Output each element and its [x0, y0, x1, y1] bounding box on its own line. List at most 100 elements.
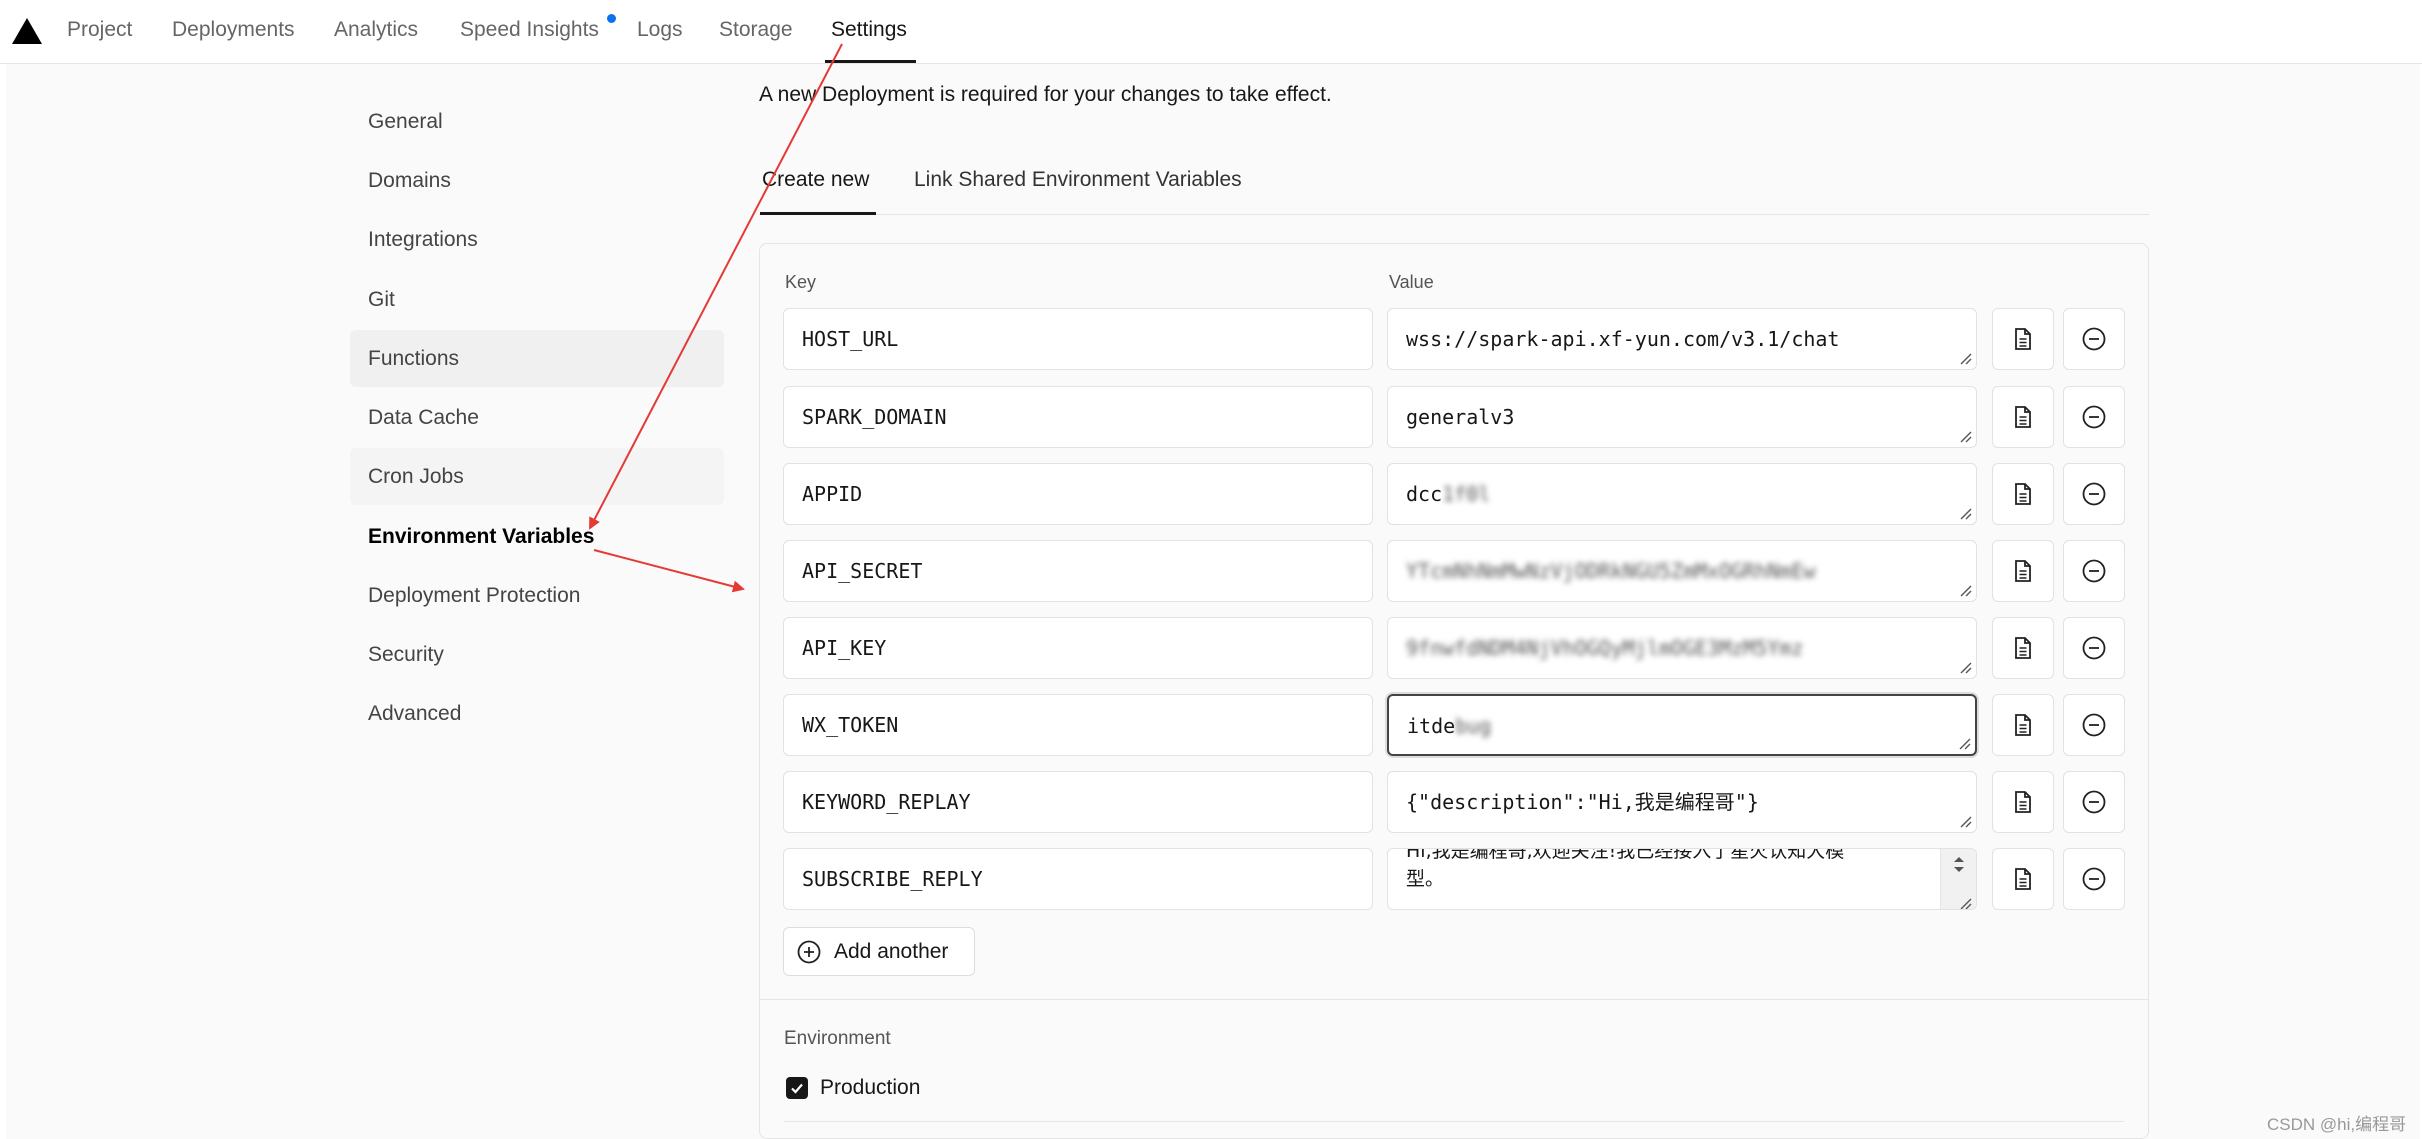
- env-key-input[interactable]: API_SECRET: [783, 540, 1373, 602]
- env-key-input[interactable]: API_KEY: [783, 617, 1373, 679]
- env-value-text: Hi,我是编程哥,欢迎关注!我已经接入了星火认知大模 型。: [1406, 848, 1845, 890]
- add-another-button[interactable]: Add another: [783, 927, 975, 976]
- tab-project[interactable]: Project: [67, 18, 132, 42]
- active-tab-indicator: [825, 60, 916, 63]
- sidebar-item-cron-jobs[interactable]: Cron Jobs: [350, 448, 724, 505]
- section-divider: [784, 1121, 2124, 1122]
- file-icon: [2015, 483, 2031, 505]
- sidebar-item-security[interactable]: Security: [350, 626, 724, 683]
- env-value-text: itde: [1407, 714, 1456, 738]
- subtab-create-new[interactable]: Create new: [762, 168, 869, 192]
- remove-row-button[interactable]: [2063, 463, 2125, 525]
- env-value-input[interactable]: YTcmNhNmMwNzVjODRkNGU5ZmMxOGRhNmEw: [1387, 540, 1977, 602]
- tab-deployments[interactable]: Deployments: [172, 18, 295, 42]
- production-checkbox[interactable]: [786, 1077, 808, 1099]
- env-value-input[interactable]: wss://spark-api.xf-yun.com/v3.1/chat: [1387, 308, 1977, 370]
- sidebar-item-functions[interactable]: Functions: [350, 330, 724, 387]
- tab-logs[interactable]: Logs: [637, 18, 683, 42]
- sidebar-item-deployment-protection[interactable]: Deployment Protection: [350, 567, 724, 624]
- env-key-input[interactable]: SUBSCRIBE_REPLY: [783, 848, 1373, 910]
- import-file-button[interactable]: [1992, 540, 2054, 602]
- tab-settings[interactable]: Settings: [831, 18, 907, 42]
- env-value-redacted: bug: [1455, 714, 1492, 738]
- environment-label: Environment: [784, 1028, 891, 1049]
- env-value-text: generalv3: [1406, 405, 1515, 429]
- deployment-notice: A new Deployment is required for your ch…: [759, 83, 1332, 106]
- file-icon: [2015, 328, 2031, 350]
- env-key-input[interactable]: APPID: [783, 463, 1373, 525]
- tab-speed-insights[interactable]: Speed Insights: [460, 18, 599, 42]
- import-file-button[interactable]: [1992, 771, 2054, 833]
- notification-dot: [607, 14, 616, 23]
- textarea-scrollbar[interactable]: [1940, 849, 1976, 909]
- vercel-logo-icon[interactable]: [12, 18, 42, 44]
- resize-handle-icon[interactable]: [1958, 660, 1972, 674]
- minus-circle-icon: [2082, 327, 2106, 351]
- check-icon: [791, 1083, 803, 1094]
- sidebar-item-advanced[interactable]: Advanced: [350, 685, 724, 742]
- remove-row-button[interactable]: [2063, 308, 2125, 370]
- env-value-textarea[interactable]: Hi,我是编程哥,欢迎关注!我已经接入了星火认知大模 型。: [1387, 848, 1977, 910]
- import-file-button[interactable]: [1992, 848, 2054, 910]
- file-icon: [2015, 637, 2031, 659]
- sidebar-item-data-cache[interactable]: Data Cache: [350, 389, 724, 446]
- sidebar-item-domains[interactable]: Domains: [350, 152, 724, 209]
- remove-row-button[interactable]: [2063, 848, 2125, 910]
- remove-row-button[interactable]: [2063, 771, 2125, 833]
- sidebar-item-environment-variables[interactable]: Environment Variables: [350, 508, 724, 565]
- remove-row-button[interactable]: [2063, 386, 2125, 448]
- scroll-arrows-icon[interactable]: [1941, 849, 1977, 910]
- sidebar-item-integrations[interactable]: Integrations: [350, 211, 724, 268]
- file-icon: [2015, 406, 2031, 428]
- key-column-header: Key: [785, 272, 817, 292]
- env-value-input[interactable]: itdebug: [1387, 694, 1977, 756]
- resize-handle-icon[interactable]: [1958, 583, 1972, 597]
- subtab-divider: [759, 214, 2149, 215]
- remove-row-button[interactable]: [2063, 694, 2125, 756]
- env-value-input[interactable]: {"description":"Hi,我是编程哥"}: [1387, 771, 1977, 833]
- remove-row-button[interactable]: [2063, 617, 2125, 679]
- env-key-input[interactable]: HOST_URL: [783, 308, 1373, 370]
- add-another-label: Add another: [834, 939, 949, 963]
- tab-analytics[interactable]: Analytics: [334, 18, 418, 42]
- section-divider: [760, 999, 2148, 1000]
- production-label[interactable]: Production: [820, 1076, 920, 1100]
- sidebar-item-general[interactable]: General: [350, 93, 724, 150]
- env-value-text: dcc: [1406, 482, 1443, 506]
- import-file-button[interactable]: [1992, 463, 2054, 525]
- import-file-button[interactable]: [1992, 386, 2054, 448]
- file-icon: [2015, 868, 2031, 890]
- env-key-input[interactable]: SPARK_DOMAIN: [783, 386, 1373, 448]
- env-key-input[interactable]: KEYWORD_REPLAY: [783, 771, 1373, 833]
- env-value-redacted: 1f0l: [1442, 482, 1491, 506]
- minus-circle-icon: [2082, 867, 2106, 891]
- sidebar-item-git[interactable]: Git: [350, 271, 724, 328]
- top-navigation: Project Deployments Analytics Speed Insi…: [0, 0, 2422, 64]
- active-subtab-indicator: [760, 212, 876, 215]
- import-file-button[interactable]: [1992, 694, 2054, 756]
- subtab-link-shared[interactable]: Link Shared Environment Variables: [914, 168, 1242, 192]
- env-value-input[interactable]: dcc1f0l: [1387, 463, 1977, 525]
- minus-circle-icon: [2082, 482, 2106, 506]
- env-value-redacted: YTcmNhNmMwNzVjODRkNGU5ZmMxOGRhNmEw: [1406, 559, 1816, 583]
- resize-handle-icon[interactable]: [1958, 506, 1972, 520]
- env-vars-card: [759, 243, 2149, 1139]
- file-icon: [2015, 714, 2031, 736]
- remove-row-button[interactable]: [2063, 540, 2125, 602]
- env-value-text: wss://spark-api.xf-yun.com/v3.1/chat: [1406, 327, 1840, 351]
- tab-storage[interactable]: Storage: [719, 18, 793, 42]
- env-value-input[interactable]: generalv3: [1387, 386, 1977, 448]
- import-file-button[interactable]: [1992, 308, 2054, 370]
- minus-circle-icon: [2082, 559, 2106, 583]
- env-key-input[interactable]: WX_TOKEN: [783, 694, 1373, 756]
- minus-circle-icon: [2082, 790, 2106, 814]
- resize-handle-icon[interactable]: [1958, 814, 1972, 828]
- minus-circle-icon: [2082, 713, 2106, 737]
- resize-handle-icon[interactable]: [1958, 351, 1972, 365]
- import-file-button[interactable]: [1992, 617, 2054, 679]
- resize-handle-icon[interactable]: [1958, 429, 1972, 443]
- resize-handle-icon[interactable]: [1957, 736, 1971, 750]
- minus-circle-icon: [2082, 636, 2106, 660]
- env-value-redacted: 9fnwfdNDM4NjVhOGQyMjlmOGE3MzM5Ymz: [1406, 636, 1804, 660]
- env-value-input[interactable]: 9fnwfdNDM4NjVhOGQyMjlmOGE3MzM5Ymz: [1387, 617, 1977, 679]
